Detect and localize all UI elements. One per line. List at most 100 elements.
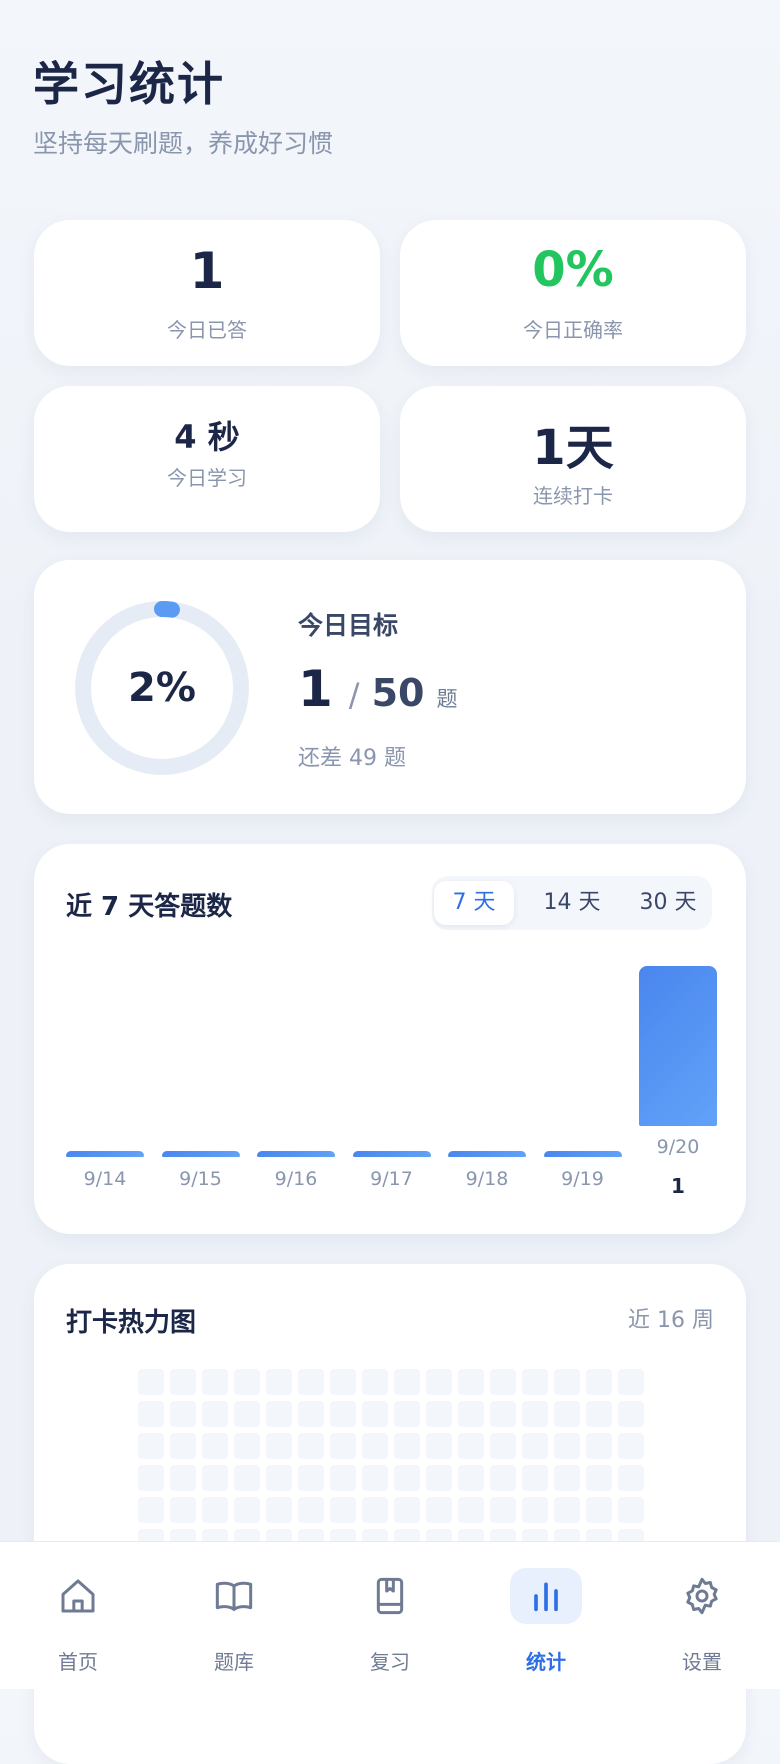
heatmap-cell xyxy=(362,1401,388,1427)
heatmap-cell xyxy=(330,1465,356,1491)
heatmap-cell xyxy=(554,1369,580,1395)
heatmap-cell xyxy=(586,1497,612,1523)
home-icon xyxy=(42,1568,114,1624)
heatmap-cell xyxy=(298,1433,324,1459)
heatmap-cell xyxy=(586,1465,612,1491)
book-icon xyxy=(198,1568,270,1624)
heatmap-cell xyxy=(458,1401,484,1427)
heatmap-cell xyxy=(490,1433,516,1459)
heatmap-cell xyxy=(170,1497,196,1523)
chart-bar xyxy=(257,1151,335,1157)
heatmap-cell xyxy=(522,1465,548,1491)
heatmap-cell xyxy=(202,1497,228,1523)
bar-chart-icon xyxy=(510,1568,582,1624)
heatmap-cell xyxy=(362,1369,388,1395)
heatmap-cell xyxy=(362,1465,388,1491)
heatmap-cell xyxy=(330,1497,356,1523)
heatmap-cell xyxy=(138,1401,164,1427)
goal-slash: / xyxy=(348,676,360,714)
heatmap-cell xyxy=(266,1433,292,1459)
page-subtitle: 坚持每天刷题，养成好习惯 xyxy=(33,129,334,158)
heatmap-cell xyxy=(554,1401,580,1427)
heatmap-cell xyxy=(458,1497,484,1523)
heatmap-cell xyxy=(234,1465,260,1491)
heatmap-cell xyxy=(266,1369,292,1395)
heatmap-cell xyxy=(298,1401,324,1427)
chart-date-label: 9/16 xyxy=(274,1168,318,1190)
chart-title: 近 7 天答题数 xyxy=(66,892,233,922)
stat-label: 今日已答 xyxy=(167,318,247,342)
stat-value: 1 xyxy=(189,242,225,300)
heatmap-cell xyxy=(330,1433,356,1459)
stat-label: 今日正确率 xyxy=(523,318,623,342)
chart-date-label: 9/20 xyxy=(656,1136,700,1158)
tab-statistics[interactable]: 统计 xyxy=(468,1542,624,1689)
range-14-days[interactable]: 14 天 xyxy=(528,881,616,925)
heatmap-cell xyxy=(330,1369,356,1395)
heatmap-cell xyxy=(234,1433,260,1459)
heatmap-cell xyxy=(618,1369,644,1395)
goal-done: 1 xyxy=(298,660,333,718)
chart-date-label: 9/18 xyxy=(465,1168,509,1190)
heatmap-cell xyxy=(138,1369,164,1395)
chart-bar xyxy=(352,1151,431,1157)
chart-bar xyxy=(448,1151,526,1157)
page-header: 学习统计 坚持每天刷题，养成好习惯 xyxy=(0,0,780,200)
heatmap-cell xyxy=(202,1465,228,1491)
stat-value: 1天 xyxy=(532,420,614,476)
heatmap-cell xyxy=(170,1433,196,1459)
heatmap-cell xyxy=(426,1369,452,1395)
heatmap-cell xyxy=(586,1369,612,1395)
range-30-days[interactable]: 30 天 xyxy=(624,881,712,925)
heatmap-cell xyxy=(298,1497,324,1523)
heatmap-cell xyxy=(490,1497,516,1523)
heatmap-cell xyxy=(234,1369,260,1395)
tab-label: 题库 xyxy=(214,1650,254,1674)
heatmap-cell xyxy=(234,1401,260,1427)
goal-unit: 题 xyxy=(436,687,458,711)
heatmap-cell xyxy=(394,1497,420,1523)
chart-date-label: 9/15 xyxy=(179,1168,222,1190)
heatmap-cell xyxy=(554,1497,580,1523)
chart-bar xyxy=(543,1151,622,1157)
heatmap-cell xyxy=(458,1369,484,1395)
heatmap-cell xyxy=(266,1497,292,1523)
heatmap-cell xyxy=(458,1465,484,1491)
goal-total: 50 xyxy=(371,671,425,715)
heatmap-cell xyxy=(426,1465,452,1491)
heatmap-cell xyxy=(234,1497,260,1523)
heatmap-cell xyxy=(298,1465,324,1491)
heatmap-cell xyxy=(426,1497,452,1523)
chart-date-label: 9/17 xyxy=(370,1168,413,1190)
range-7-days[interactable]: 7 天 xyxy=(434,881,514,925)
heatmap-cell xyxy=(202,1401,228,1427)
range-selector: 7 天 14 天 30 天 xyxy=(432,876,712,930)
heatmap-cell xyxy=(266,1465,292,1491)
tab-settings[interactable]: 设置 xyxy=(624,1542,780,1689)
heatmap-title: 打卡热力图 xyxy=(66,1308,197,1338)
heatmap-cell xyxy=(586,1433,612,1459)
heatmap-cell xyxy=(522,1497,548,1523)
heatmap-range: 近 16 周 xyxy=(628,1308,714,1333)
heatmap-cell xyxy=(394,1369,420,1395)
goal-count: 1 / 50 题 xyxy=(298,660,457,718)
heatmap-cell xyxy=(394,1401,420,1427)
heatmap-cell xyxy=(426,1433,452,1459)
heatmap-cell xyxy=(618,1465,644,1491)
heatmap-cell xyxy=(522,1433,548,1459)
chart-value-label: 1 xyxy=(671,1174,685,1198)
heatmap-cell xyxy=(170,1465,196,1491)
page-title: 学习统计 xyxy=(33,57,225,111)
heatmap-cell xyxy=(394,1433,420,1459)
tab-home[interactable]: 首页 xyxy=(0,1542,156,1689)
stat-value: 0% xyxy=(532,242,614,298)
heatmap-cell xyxy=(362,1433,388,1459)
heatmap-cell xyxy=(362,1497,388,1523)
tab-question-bank[interactable]: 题库 xyxy=(156,1542,312,1689)
heatmap-cell xyxy=(138,1465,164,1491)
tab-review[interactable]: 复习 xyxy=(312,1542,468,1689)
stat-label: 今日学习 xyxy=(167,466,247,490)
heatmap-cell xyxy=(522,1369,548,1395)
heatmap-cell xyxy=(170,1401,196,1427)
goal-remaining: 还差 49 题 xyxy=(298,746,406,771)
